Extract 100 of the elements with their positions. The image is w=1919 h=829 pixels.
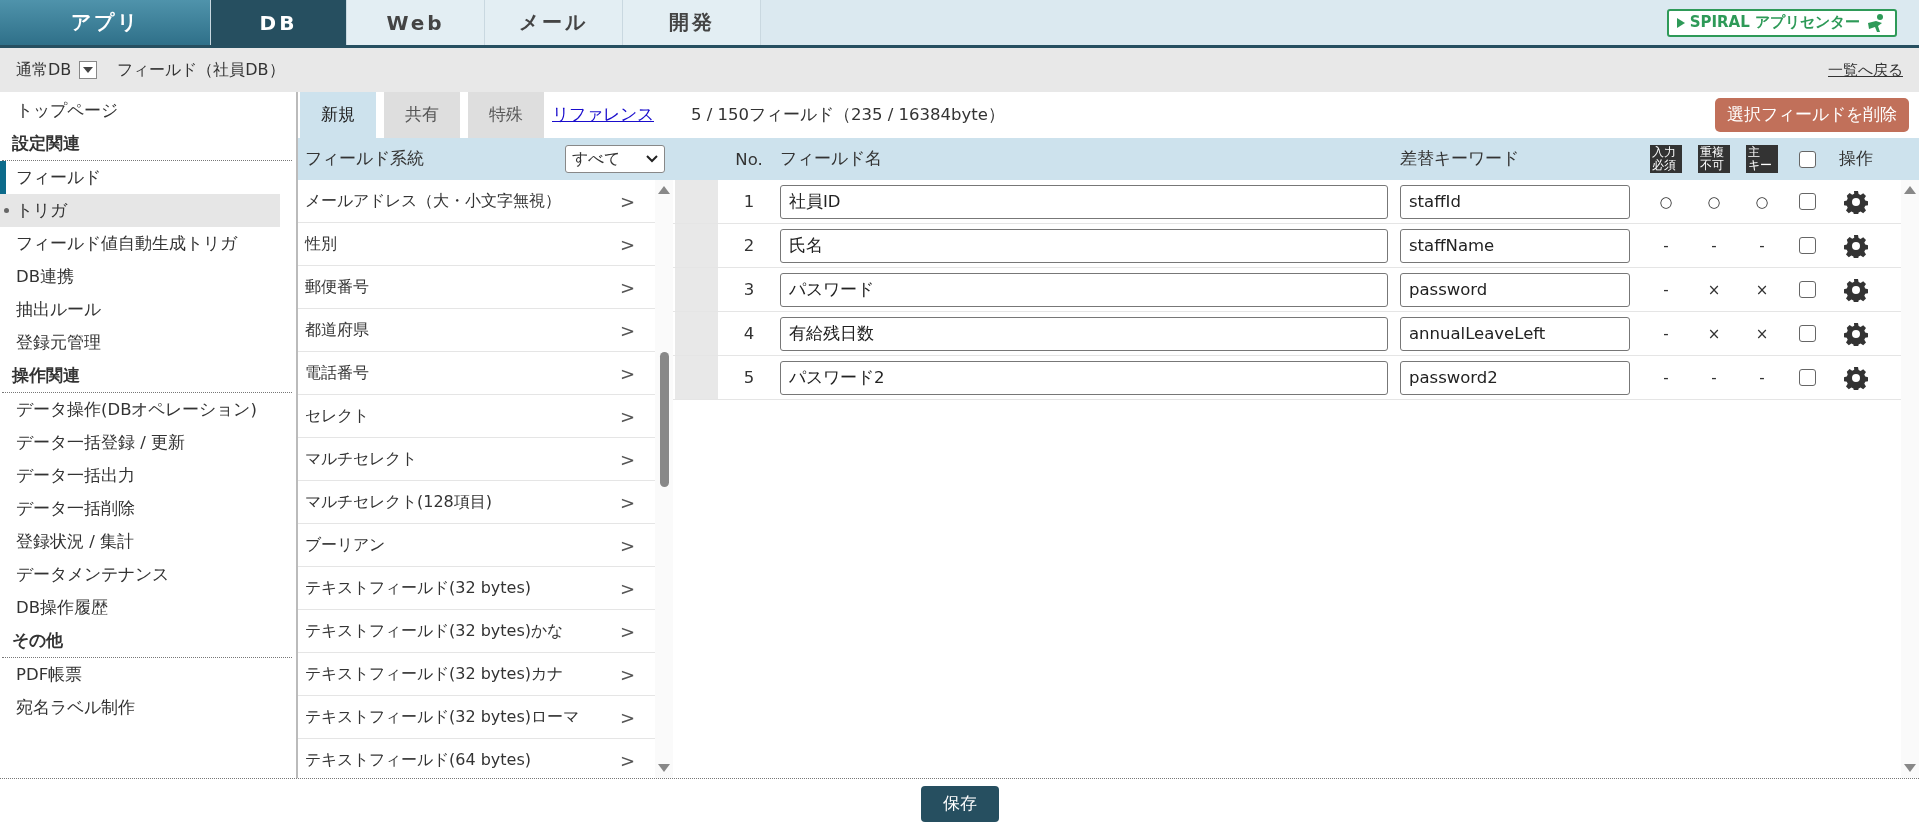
sidebar-item[interactable]: トリガ [0, 194, 280, 227]
flag-mark: - [1662, 280, 1670, 299]
flag-mark: ○ [1754, 192, 1770, 211]
column-header: 操作 [1838, 148, 1874, 170]
sidebar-item[interactable]: フィールド値自動生成トリガ [0, 227, 280, 260]
nav-tab[interactable]: メール [485, 0, 623, 45]
arrow-glyph: > [619, 491, 635, 513]
nav-tab[interactable]: DB [211, 0, 347, 45]
sidebar-item[interactable]: トップページ [0, 94, 280, 127]
arrow-glyph: > [619, 577, 635, 599]
scroll-down-icon[interactable] [658, 764, 670, 772]
field-count: 5 / 150フィールド（235 / 16384byte） [691, 104, 1005, 126]
keyword-field[interactable]: password2 [1400, 360, 1630, 395]
flag-mark: ○ [1658, 192, 1674, 211]
nav-tab[interactable]: 開発 [623, 0, 761, 45]
delete-button[interactable]: 選択フィールドを削除 [1715, 98, 1909, 132]
gear-icon[interactable] [1844, 189, 1868, 214]
flag-mark: - [1710, 236, 1718, 255]
keyword-field[interactable]: staffId [1400, 184, 1630, 219]
row-checkbox[interactable] [1798, 369, 1816, 386]
row-checkbox[interactable] [1798, 193, 1816, 210]
flag-mark: - [1662, 324, 1670, 343]
drag-handle[interactable] [675, 180, 718, 223]
sidebar-item[interactable]: 抽出ルール [0, 293, 280, 326]
flag-mark: × [1754, 280, 1770, 299]
sidebar-item[interactable]: 登録元管理 [0, 326, 280, 359]
arrow-glyph: > [619, 534, 635, 556]
field-type-label: 郵便番号 [305, 276, 369, 298]
field-type-label: セレクト [305, 405, 369, 427]
column-header: 差替キーワード [1400, 148, 1520, 170]
name-field[interactable]: 氏名 [780, 228, 1388, 263]
sidebar-item[interactable]: PDF帳票 [0, 658, 280, 691]
caret-icon [83, 67, 94, 73]
sidebar-item[interactable]: DB連携 [0, 260, 280, 293]
keyword-field[interactable]: annualLeaveLeft [1400, 316, 1630, 351]
sidebar-item[interactable]: データ操作(DBオペレーション) [0, 393, 280, 426]
name-field[interactable]: 社員ID [780, 184, 1388, 219]
row-number: 4 [742, 324, 756, 343]
nav-tab[interactable]: Web [347, 0, 485, 45]
flag-mark: - [1758, 368, 1766, 387]
back-link[interactable]: 一覧へ戻る [1828, 60, 1903, 80]
sidebar-item[interactable]: データ一括出力 [0, 459, 280, 492]
sidebar-item[interactable]: 宛名ラベル制作 [0, 691, 280, 724]
save-button[interactable]: 保存 [920, 786, 999, 822]
sidebar-heading: 操作関連 [2, 359, 292, 393]
name-field[interactable]: 有給残日数 [780, 316, 1388, 351]
column-header: No. [734, 149, 764, 169]
field-type-label: 性別 [305, 233, 337, 255]
keyword-field[interactable]: staffName [1400, 228, 1630, 263]
arrow-glyph: > [619, 620, 635, 642]
row-number: 5 [742, 368, 756, 387]
app-center-logo[interactable]: SPIRAL アプリセンター [1666, 8, 1897, 37]
gear-icon[interactable] [1844, 233, 1868, 258]
sidebar-item[interactable]: データ一括登録 / 更新 [0, 426, 280, 459]
column-badge: 主 キー [1746, 145, 1778, 173]
tab[interactable]: 新規 [300, 92, 376, 138]
select-all-checkbox[interactable] [1798, 150, 1816, 168]
sidebar-item[interactable]: データ一括削除 [0, 492, 280, 525]
arrow-glyph: > [619, 706, 635, 728]
arrow-glyph: > [619, 190, 635, 212]
filter-select[interactable]: すべて [565, 145, 665, 173]
gear-icon[interactable] [1844, 365, 1868, 390]
sidebar-item[interactable]: データメンテナンス [0, 558, 280, 591]
sidebar-item[interactable]: DB操作履歴 [0, 591, 280, 624]
sidebar-item[interactable]: 登録状況 / 集計 [0, 525, 280, 558]
row-checkbox[interactable] [1798, 281, 1816, 298]
field-type-label: マルチセレクト(128項目) [305, 491, 493, 513]
arrow-glyph: > [619, 276, 635, 298]
drag-handle[interactable] [675, 356, 718, 399]
scroll-up-icon[interactable] [1904, 186, 1916, 194]
reference-link[interactable]: リファレンス [552, 104, 654, 126]
field-type-label: ブーリアン [305, 534, 385, 556]
gear-icon[interactable] [1844, 277, 1868, 302]
scroll-up-icon[interactable] [658, 186, 670, 194]
db-type-label: 通常DB [16, 59, 72, 81]
flag-mark: × [1706, 280, 1722, 299]
tab[interactable]: 特殊 [468, 92, 544, 138]
nav-tab[interactable]: アプリ [0, 0, 211, 45]
flag-mark: - [1662, 368, 1670, 387]
scroll-down-icon[interactable] [1904, 764, 1916, 772]
flag-mark: - [1710, 368, 1718, 387]
scroll-thumb[interactable] [659, 351, 669, 487]
tab[interactable]: 共有 [384, 92, 460, 138]
page-title: フィールド（社員DB） [117, 59, 285, 81]
keyword-field[interactable]: password [1400, 272, 1630, 307]
flag-mark: - [1662, 236, 1670, 255]
arrow-glyph: > [619, 663, 635, 685]
field-type-label: テキストフィールド(32 bytes)ローマ [305, 706, 579, 728]
field-type-label: メールアドレス（大・小文字無視） [305, 190, 561, 212]
gear-icon[interactable] [1844, 321, 1868, 346]
chevron-down-icon [646, 155, 658, 163]
arrow-glyph: > [619, 233, 635, 255]
row-number: 2 [742, 236, 756, 255]
row-checkbox[interactable] [1798, 325, 1816, 342]
arrow-glyph: > [619, 448, 635, 470]
name-field[interactable]: パスワード [780, 272, 1388, 307]
filter-label: フィールド系統 [305, 148, 424, 170]
row-checkbox[interactable] [1798, 237, 1816, 254]
name-field[interactable]: パスワード2 [780, 360, 1388, 395]
dropdown-button[interactable] [79, 61, 98, 79]
